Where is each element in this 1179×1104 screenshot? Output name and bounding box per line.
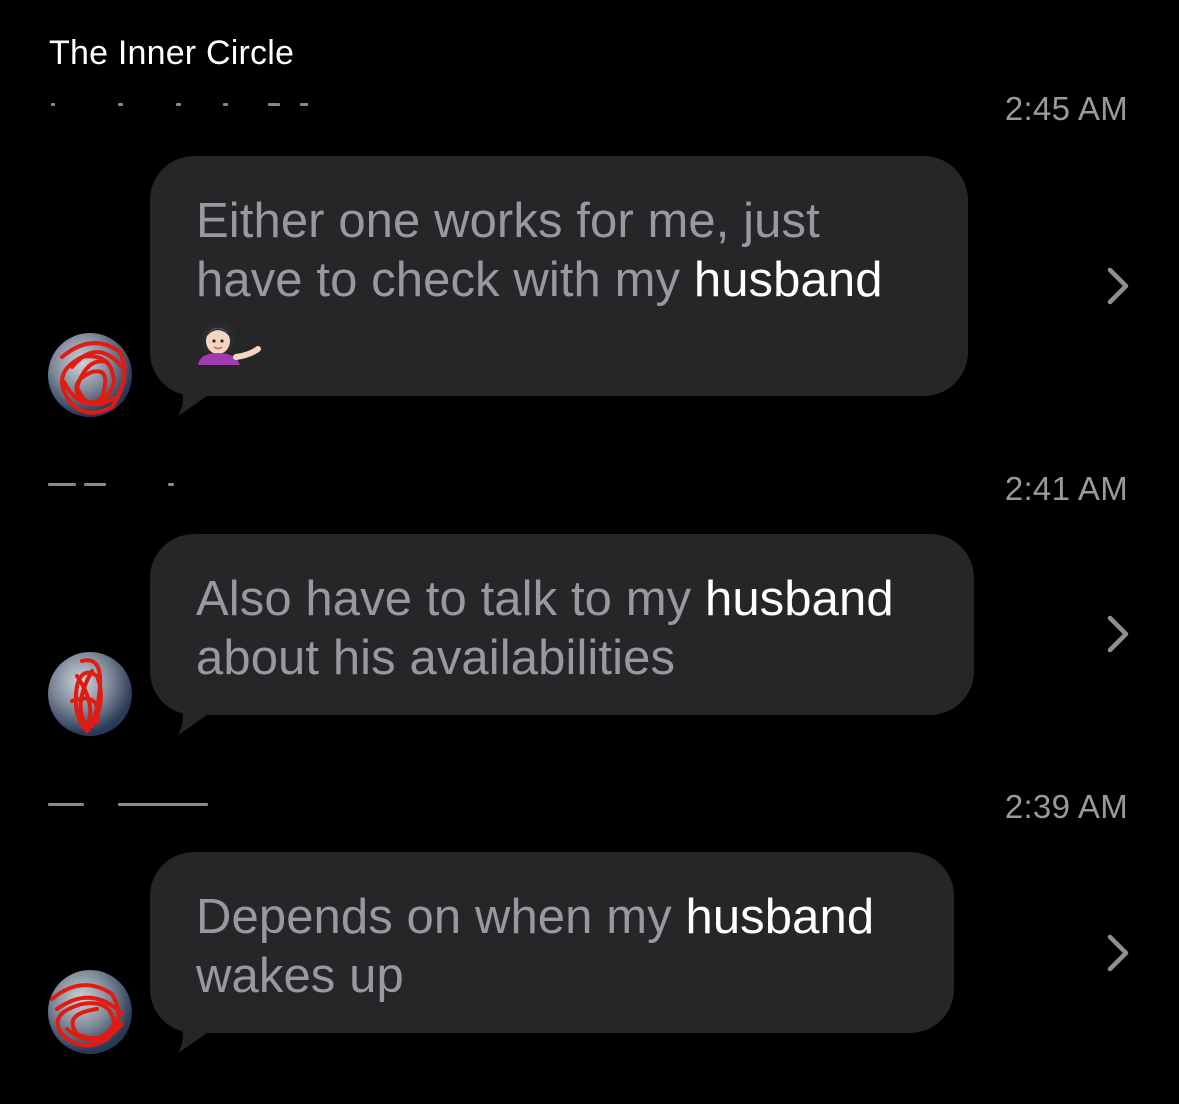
person-tipping-hand-emoji (198, 322, 261, 366)
avatar[interactable] (48, 652, 132, 736)
message-row[interactable]: Also have to talk to my husband about hi… (150, 534, 974, 715)
message-emoji-line (196, 310, 924, 369)
message-text-line: about his availabilities (196, 631, 676, 685)
avatar[interactable] (48, 970, 132, 1054)
message-text-line: Depends on when my husband (196, 890, 875, 944)
bubble-tail (178, 380, 228, 416)
message-timestamp: 2:41 AM (1004, 470, 1128, 507)
message-text-line: Also have to talk to my husband (196, 572, 894, 626)
message-bubble[interactable]: Depends on when my husband wakes up (150, 852, 954, 1033)
redaction-scribble (70, 658, 103, 735)
chevron-right-icon[interactable] (1104, 614, 1132, 654)
sender-name-redacted (48, 470, 308, 490)
redaction-scribble (60, 341, 127, 415)
message-timestamp: 2:39 AM (1004, 788, 1128, 825)
redaction-scribble (50, 983, 124, 1048)
conversation-title: The Inner Circle (49, 34, 295, 72)
message-text-line: wakes up (196, 949, 404, 1003)
chevron-right-icon[interactable] (1104, 933, 1132, 973)
message-bubble[interactable]: Also have to talk to my husband about hi… (150, 534, 974, 715)
avatar[interactable] (48, 333, 132, 417)
message-bubble[interactable]: Either one works for me, just have to ch… (150, 156, 968, 396)
bubble-tail (178, 1017, 228, 1053)
sender-name-redacted (48, 90, 308, 110)
message-timestamp: 2:45 AM (1004, 90, 1128, 127)
message-row[interactable]: Either one works for me, just have to ch… (150, 156, 968, 396)
message-text-line: Either one works for me, just (196, 194, 820, 248)
sender-name-redacted (48, 790, 308, 810)
bubble-tail (178, 699, 228, 735)
message-text-line: have to check with my husband (196, 253, 883, 307)
chevron-right-icon[interactable] (1104, 266, 1132, 306)
message-row[interactable]: Depends on when my husband wakes up (150, 852, 954, 1033)
